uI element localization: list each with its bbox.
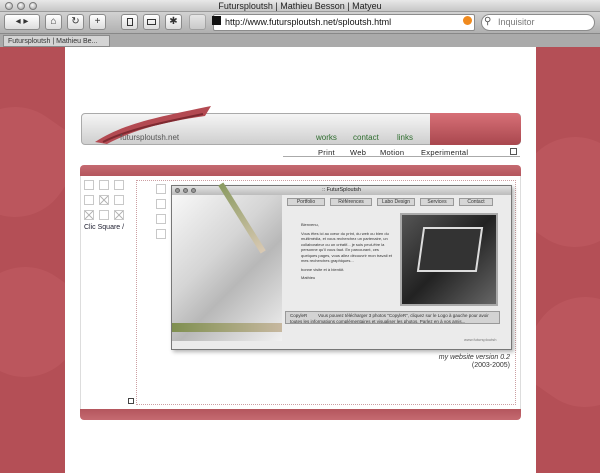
stop-icon[interactable] <box>189 14 206 30</box>
preview-nav-labo-design: Labo Design <box>377 198 415 206</box>
clic-square[interactable] <box>156 184 166 194</box>
preview-window[interactable]: :: FuturSploutsh Portfolio Références La… <box>171 182 512 350</box>
clic-square[interactable] <box>114 180 124 190</box>
content-top-bar <box>80 165 521 176</box>
clic-square-checked[interactable] <box>114 210 124 220</box>
preview-welcome-body: Vous êtes ici au cœur du print, du web o… <box>301 230 392 264</box>
preview-minimize-button <box>183 188 188 193</box>
preview-photo <box>400 213 498 306</box>
site-favicon <box>212 16 221 25</box>
preview-welcome-text: Bienvenu, Vous êtes ici au cœur du print… <box>301 222 396 281</box>
preview-artwork <box>172 182 282 341</box>
header-accent <box>430 113 521 145</box>
clic-square[interactable] <box>84 180 94 190</box>
preview-copyleft-bar: CopyleR Vous pouvez télécharger 3 photos … <box>285 311 500 324</box>
clic-square-checked[interactable] <box>99 195 109 205</box>
tab-futursploutsh[interactable]: Futursploutsh | Mathieu Be... <box>3 35 110 47</box>
back-forward-button[interactable]: ◂ ▸ <box>4 14 40 30</box>
window-title: Futursploutsh | Mathieu Besson | Matyeu <box>218 1 382 11</box>
sidebar-toggle-icon[interactable] <box>121 14 138 30</box>
clic-square[interactable] <box>156 199 166 209</box>
subnav-experimental[interactable]: Experimental <box>421 148 468 157</box>
preview-nav-portfolio: Portfolio <box>287 198 325 206</box>
content-bottom-bar <box>80 409 521 420</box>
subnav-web[interactable]: Web <box>350 148 366 157</box>
corner-square[interactable] <box>128 398 134 404</box>
clic-square[interactable] <box>114 195 124 205</box>
gear-icon[interactable]: ✱ <box>165 14 182 30</box>
preview-blade <box>172 323 282 332</box>
preview-copyleft-text: Vous pouvez télécharger 3 photos "Copyle… <box>290 313 489 324</box>
nav-link-links[interactable]: links <box>397 133 413 142</box>
clic-square[interactable] <box>99 210 109 220</box>
preview-nav-services: Services <box>420 198 454 206</box>
preview-footer: www.futursploutsh <box>464 337 497 342</box>
preview-welcome-heading: Bienvenu, <box>301 222 319 227</box>
reload-icon[interactable]: ↻ <box>67 14 84 30</box>
window-titlebar: Futursploutsh | Mathieu Besson | Matyeu <box>0 0 600 12</box>
search-input[interactable]: Inquisitor <box>481 14 595 31</box>
site-logo-text[interactable]: futursploutsh.net <box>120 133 179 142</box>
nav-link-contact[interactable]: contact <box>353 133 379 142</box>
clic-square[interactable] <box>156 214 166 224</box>
preview-author-name: Mathieu <box>301 275 316 280</box>
add-bookmark-button[interactable]: + <box>89 14 106 30</box>
tab-bar: Futursploutsh | Mathieu Be... <box>0 33 600 47</box>
print-icon[interactable] <box>143 14 160 30</box>
subnav-motion[interactable]: Motion <box>380 148 404 157</box>
preview-nav-contact: Contact <box>459 198 493 206</box>
version-years: (2003-2005) <box>471 362 510 369</box>
clic-square-label: Clic Square / <box>84 224 125 231</box>
clic-square[interactable] <box>99 180 109 190</box>
preview-nav-references: Références <box>330 198 372 206</box>
clic-square[interactable] <box>84 195 94 205</box>
preview-signoff: bonne visite et à bientôt. <box>301 266 345 272</box>
search-icon: ⚲ <box>484 16 492 27</box>
preview-photo-frame <box>416 227 484 272</box>
address-bar[interactable]: http://www.futursploutsh.net/sploutsh.ht… <box>213 14 475 31</box>
clic-square-checked[interactable] <box>84 210 94 220</box>
subnav-square[interactable] <box>510 148 517 155</box>
preview-zoom-button <box>191 188 196 193</box>
home-icon[interactable]: ⌂ <box>45 14 62 30</box>
browser-toolbar: ◂ ▸ ⌂ ↻ + ✱ http://www.futursploutsh.net… <box>0 12 600 33</box>
rss-icon[interactable] <box>463 16 472 25</box>
version-label: my website version 0.2 <box>438 354 510 361</box>
clic-square[interactable] <box>156 229 166 239</box>
nav-link-works[interactable]: works <box>316 133 337 142</box>
preview-close-button <box>175 188 180 193</box>
subnav-print[interactable]: Print <box>318 148 335 157</box>
